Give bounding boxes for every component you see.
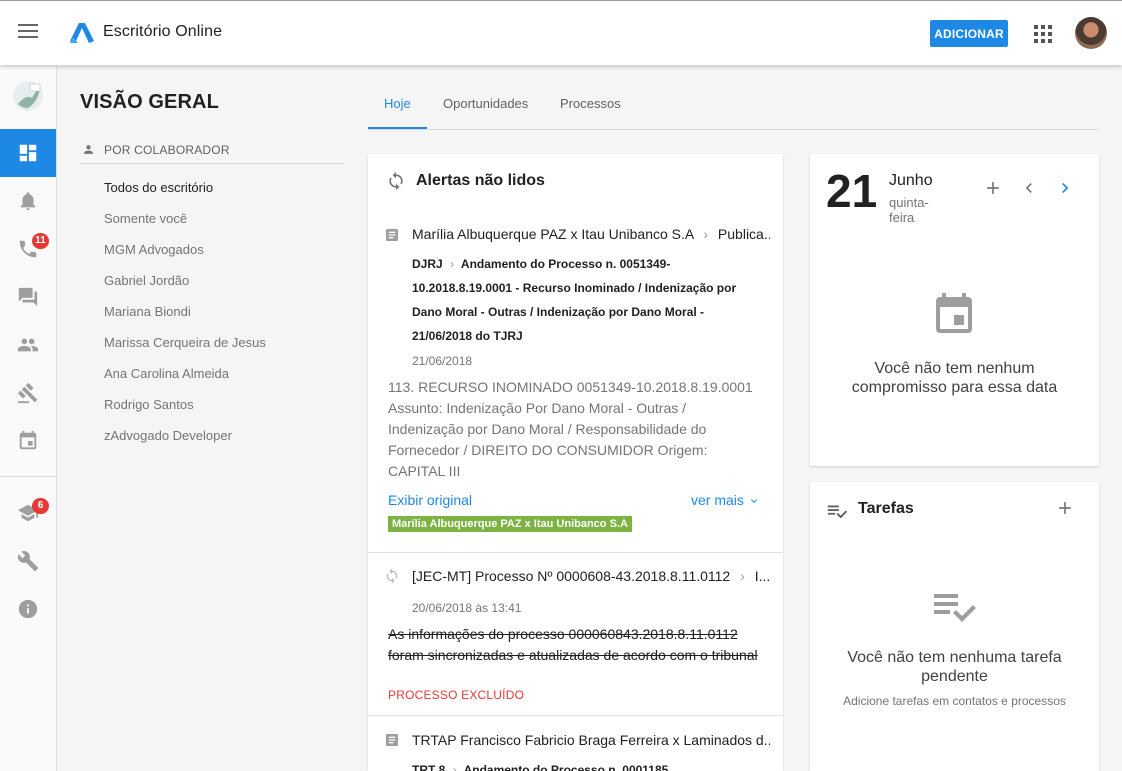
add-icon[interactable] bbox=[983, 178, 1003, 198]
calendar-icon bbox=[19, 430, 37, 450]
alert-subtitle: TRT 8 › Andamento do Processo n. 0001185 bbox=[412, 763, 669, 771]
hamburger-menu-icon[interactable] bbox=[18, 24, 38, 40]
no-appointments-text: Você não tem nenhum compromisso para ess… bbox=[851, 360, 1058, 396]
person-icon bbox=[84, 145, 93, 154]
process-tag[interactable]: Marília Albuquerque PAZ x Itau Unibanco … bbox=[388, 516, 632, 532]
alert-date: 21/06/2018 bbox=[412, 354, 473, 368]
sync-icon bbox=[386, 568, 398, 584]
collaborator-item[interactable]: Todos do escritório bbox=[104, 180, 266, 211]
rail-item-dashboard[interactable] bbox=[0, 129, 56, 177]
sync-icon[interactable] bbox=[386, 171, 406, 191]
alerts-title: Alertas não lidos bbox=[416, 172, 545, 189]
playlist-check-icon bbox=[934, 594, 976, 622]
playlist-check-icon bbox=[827, 505, 848, 519]
add-button[interactable]: ADICIONAR bbox=[930, 20, 1008, 47]
rail-item-calls[interactable]: 11 bbox=[0, 225, 56, 273]
chevron-down-icon bbox=[750, 499, 757, 504]
info-icon bbox=[18, 599, 38, 619]
see-more-link[interactable]: ver mais bbox=[691, 492, 760, 508]
process-deleted-status: PROCESSO EXCLUÍDO bbox=[388, 688, 525, 702]
alert-item[interactable]: TRTAP Francisco Fabricio Braga Ferreira … bbox=[368, 716, 783, 771]
overview-tabs: Hoje Oportunidades Processos bbox=[368, 81, 1099, 130]
rail-item-messages[interactable] bbox=[0, 273, 56, 321]
rail-item-info[interactable] bbox=[0, 585, 56, 633]
app-logo-icon bbox=[70, 23, 94, 43]
dashboard-icon bbox=[19, 144, 37, 162]
document-icon bbox=[386, 734, 398, 746]
collaborator-item[interactable]: Gabriel Jordão bbox=[104, 273, 266, 304]
alert-subtitle: DJRJ › Andamento do Processo n. 0051349-… bbox=[412, 257, 737, 343]
agenda-card: 21 Junho quinta-feira Você não tem nenhu… bbox=[810, 154, 1099, 466]
add-task-icon[interactable] bbox=[1055, 498, 1075, 518]
alert-item[interactable]: Marília Albuquerque PAZ x Itau Unibanco … bbox=[368, 212, 783, 553]
app-title: Escritório Online bbox=[103, 23, 223, 40]
rail-item-training[interactable]: 6 bbox=[0, 489, 56, 537]
tasks-card: Tarefas Você não tem nenhuma tarefa pend… bbox=[810, 482, 1099, 771]
people-icon bbox=[17, 338, 39, 352]
section-label: POR COLABORADOR bbox=[104, 143, 230, 157]
no-tasks-text: Você não tem nenhuma tarefa pendente bbox=[847, 649, 1062, 685]
tab-hoje[interactable]: Hoje bbox=[384, 96, 411, 111]
tab-oportunidades[interactable]: Oportunidades bbox=[443, 96, 528, 111]
alert-body: As informações do processo 000060843.201… bbox=[388, 626, 758, 663]
top-app-bar: Escritório Online ADICIONAR bbox=[0, 0, 1122, 65]
collaborator-filter-panel: VISÃO GERAL POR COLABORADOR Todos do esc… bbox=[57, 66, 357, 771]
apps-grid-icon[interactable] bbox=[1034, 25, 1052, 43]
navigation-rail: 11 6 bbox=[0, 66, 57, 771]
collaborator-item[interactable]: Mariana Biondi bbox=[104, 304, 266, 335]
collaborator-item[interactable]: Rodrigo Santos bbox=[104, 397, 266, 428]
unread-alerts-card: Alertas não lidos Marília Albuquerque PA… bbox=[368, 154, 783, 771]
collaborator-item[interactable]: MGM Advogados bbox=[104, 242, 266, 273]
rail-item-processes[interactable] bbox=[0, 369, 56, 417]
calls-count-badge: 11 bbox=[32, 233, 49, 249]
month-label: Junho bbox=[889, 172, 933, 189]
chevron-left-icon[interactable] bbox=[1019, 178, 1039, 198]
wrench-icon bbox=[17, 551, 39, 572]
event-calendar-icon bbox=[936, 293, 972, 333]
chevron-right-icon[interactable] bbox=[1055, 178, 1075, 198]
rail-item-notifications[interactable] bbox=[0, 177, 56, 225]
collaborator-item[interactable]: Ana Carolina Almeida bbox=[104, 366, 266, 397]
collaborator-section-header: POR COLABORADOR bbox=[80, 142, 344, 164]
document-icon bbox=[386, 229, 398, 241]
alert-item[interactable]: [JEC-MT] Processo Nº 0000608-43.2018.8.1… bbox=[368, 553, 783, 716]
rail-item-agenda[interactable] bbox=[0, 417, 56, 465]
weekday-label: quinta-feira bbox=[889, 195, 929, 225]
user-avatar[interactable] bbox=[1075, 17, 1107, 49]
page-title: VISÃO GERAL bbox=[80, 91, 219, 113]
office-logo-icon[interactable] bbox=[12, 80, 44, 112]
collaborator-list: Todos do escritório Somente você MGM Adv… bbox=[104, 180, 266, 459]
alert-date: 20/06/2018 às 13:41 bbox=[412, 601, 522, 615]
collaborator-item[interactable]: Marissa Cerqueira de Jesus bbox=[104, 335, 266, 366]
tasks-title: Tarefas bbox=[858, 500, 914, 517]
training-count-badge: 6 bbox=[32, 498, 49, 514]
no-tasks-hint: Adicione tarefas em contatos e processos bbox=[843, 694, 1066, 708]
alert-title: TRTAP Francisco Fabricio Braga Ferreira … bbox=[412, 732, 770, 748]
bell-icon bbox=[20, 192, 36, 211]
day-number: 21 bbox=[826, 165, 878, 217]
chat-icon bbox=[18, 287, 38, 307]
view-original-link[interactable]: Exibir original bbox=[388, 492, 472, 508]
rail-item-contacts[interactable] bbox=[0, 321, 56, 369]
alert-title: Marília Albuquerque PAZ x Itau Unibanco … bbox=[412, 226, 770, 242]
active-tab-indicator bbox=[368, 127, 427, 129]
collaborator-item[interactable]: Somente você bbox=[104, 211, 266, 242]
alert-body: 113. RECURSO INOMINADO 0051349-10.2018.8… bbox=[388, 379, 753, 479]
collaborator-item[interactable]: zAdvogado Developer bbox=[104, 428, 266, 459]
alert-title: [JEC-MT] Processo Nº 0000608-43.2018.8.1… bbox=[412, 568, 770, 584]
rail-divider bbox=[0, 476, 56, 477]
rail-item-settings[interactable] bbox=[0, 537, 56, 585]
tab-processos[interactable]: Processos bbox=[560, 96, 621, 111]
gavel-icon bbox=[17, 382, 38, 404]
